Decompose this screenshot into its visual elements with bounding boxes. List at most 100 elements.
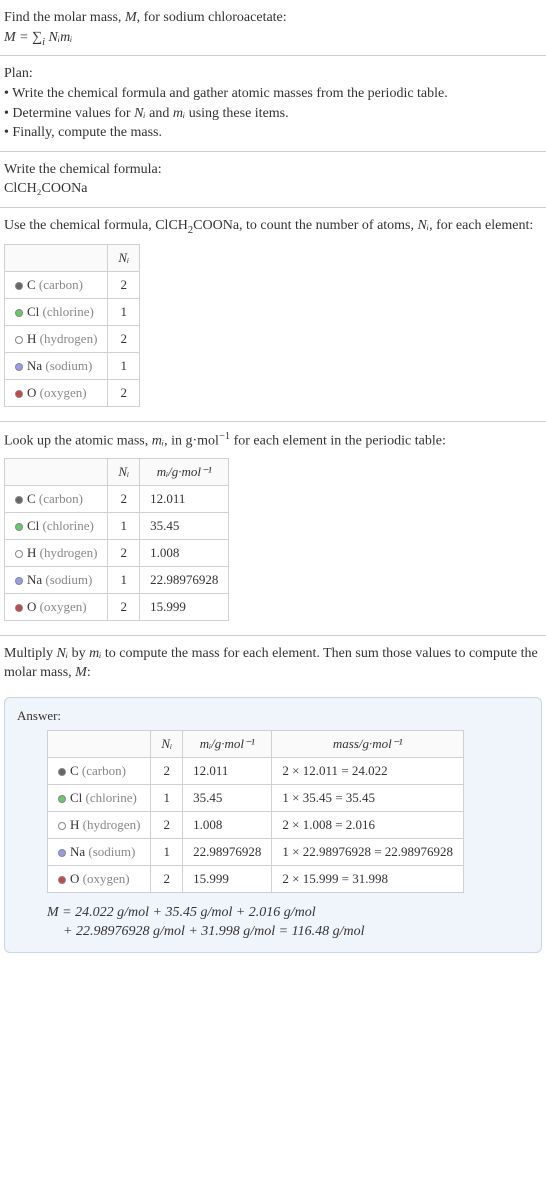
element-symbol: Na: [70, 844, 85, 859]
header-mass: mass/g·mol⁻¹: [272, 730, 464, 757]
chemical-formula: ClCH₂COONa: [4, 179, 542, 199]
answer-box: Answer: Nᵢ mᵢ/g·mol⁻¹ mass/g·mol⁻¹ C (ca…: [4, 697, 542, 953]
n-value: 1: [108, 512, 140, 539]
intro-line1b: , for sodium chloroacetate:: [137, 10, 287, 25]
document-page: Find the molar mass, M, for sodium chlor…: [0, 0, 546, 953]
compute-m: M: [75, 665, 87, 680]
element-cell: C (carbon): [48, 757, 151, 784]
intro-var-m: M: [125, 10, 137, 25]
element-dot-icon: [15, 604, 23, 612]
table-row: C (carbon)212.0112 × 12.011 = 24.022: [48, 757, 464, 784]
intro-formula: M = ∑i Nᵢmᵢ: [4, 30, 542, 48]
count-text-a: Use the chemical formula, ClCH: [4, 218, 188, 233]
count-section: Use the chemical formula, ClCH2COONa, to…: [0, 208, 546, 422]
mass-text-b: , in g·mol: [164, 434, 219, 449]
mass-calc: 2 × 15.999 = 31.998: [272, 865, 464, 892]
element-dot-icon: [15, 309, 23, 317]
table-row: H (hydrogen)2: [5, 326, 140, 353]
n-value: 2: [108, 539, 140, 566]
compute-b: by: [68, 646, 89, 661]
table-header-row: Nᵢ mᵢ/g·mol⁻¹ mass/g·mol⁻¹: [48, 730, 464, 757]
n-value: 1: [108, 299, 140, 326]
element-name: (hydrogen): [40, 331, 98, 346]
m-value: 15.999: [183, 865, 272, 892]
element-cell: C (carbon): [5, 485, 108, 512]
plan-bullet-1: • Write the chemical formula and gather …: [4, 84, 542, 104]
n-value: 2: [108, 593, 140, 620]
n-value: 2: [108, 485, 140, 512]
element-cell: Na (sodium): [5, 566, 108, 593]
element-cell: Cl (chlorine): [5, 299, 108, 326]
m-value: 1.008: [140, 539, 229, 566]
n-value: 1: [108, 353, 140, 380]
element-symbol: O: [70, 871, 79, 886]
table-row: O (oxygen)2: [5, 380, 140, 407]
element-name: (sodium): [45, 572, 92, 587]
mass-text-sup: −1: [219, 431, 230, 442]
header-ni: Nᵢ: [108, 245, 140, 272]
mass-table: Nᵢ mᵢ/g·mol⁻¹ C (carbon)212.011Cl (chlor…: [4, 458, 229, 621]
header-mi: mᵢ/g·mol⁻¹: [140, 458, 229, 485]
element-cell: C (carbon): [5, 272, 108, 299]
element-dot-icon: [15, 496, 23, 504]
table-row: O (oxygen)215.9992 × 15.999 = 31.998: [48, 865, 464, 892]
compute-mi: mᵢ: [89, 646, 101, 661]
plan-b2-a: • Determine values for: [4, 106, 134, 121]
formula-sum: ∑: [32, 30, 42, 45]
element-cell: Cl (chlorine): [48, 784, 151, 811]
header-empty: [5, 458, 108, 485]
element-symbol: C: [27, 277, 36, 292]
element-dot-icon: [58, 795, 66, 803]
n-value: 1: [151, 838, 183, 865]
element-cell: Cl (chlorine): [5, 512, 108, 539]
element-name: (chlorine): [86, 790, 137, 805]
mass-calc: 1 × 22.98976928 = 22.98976928: [272, 838, 464, 865]
element-symbol: Cl: [27, 518, 39, 533]
header-empty: [5, 245, 108, 272]
m-value: 12.011: [140, 485, 229, 512]
n-value: 2: [151, 757, 183, 784]
element-cell: H (hydrogen): [5, 539, 108, 566]
header-ni: Nᵢ: [151, 730, 183, 757]
mass-calc: 2 × 12.011 = 24.022: [272, 757, 464, 784]
n-value: 1: [108, 566, 140, 593]
element-dot-icon: [58, 876, 66, 884]
element-name: (chlorine): [43, 304, 94, 319]
element-cell: H (hydrogen): [5, 326, 108, 353]
final-equation: M = 24.022 g/mol + 35.45 g/mol + 2.016 g…: [47, 903, 529, 942]
plan-section: Plan: • Write the chemical formula and g…: [0, 56, 546, 151]
header-empty: [48, 730, 151, 757]
element-name: (carbon): [39, 277, 83, 292]
answer-table: Nᵢ mᵢ/g·mol⁻¹ mass/g·mol⁻¹ C (carbon)212…: [47, 730, 464, 893]
final-line-2: + 22.98976928 g/mol + 31.998 g/mol = 116…: [63, 922, 529, 942]
m-value: 1.008: [183, 811, 272, 838]
n-value: 2: [108, 380, 140, 407]
element-cell: O (oxygen): [5, 593, 108, 620]
element-name: (carbon): [39, 491, 83, 506]
element-symbol: H: [27, 331, 36, 346]
plan-title: Plan:: [4, 64, 542, 84]
element-symbol: Na: [27, 358, 42, 373]
intro-section: Find the molar mass, M, for sodium chlor…: [0, 0, 546, 56]
plan-bullet-3: • Finally, compute the mass.: [4, 123, 542, 143]
mass-section: Look up the atomic mass, mᵢ, in g·mol−1 …: [0, 422, 546, 635]
element-cell: O (oxygen): [48, 865, 151, 892]
compute-d: :: [87, 665, 91, 680]
element-name: (hydrogen): [83, 817, 141, 832]
table-row: C (carbon)212.011: [5, 485, 229, 512]
table-row: H (hydrogen)21.008: [5, 539, 229, 566]
table-row: H (hydrogen)21.0082 × 1.008 = 2.016: [48, 811, 464, 838]
final-line-1: M = 24.022 g/mol + 35.45 g/mol + 2.016 g…: [47, 903, 529, 923]
n-value: 2: [108, 326, 140, 353]
element-cell: H (hydrogen): [48, 811, 151, 838]
element-symbol: H: [27, 545, 36, 560]
element-symbol: O: [27, 385, 36, 400]
table-row: Cl (chlorine)1: [5, 299, 140, 326]
mass-text-c: for each element in the periodic table:: [230, 434, 446, 449]
element-name: (oxygen): [40, 599, 87, 614]
n-value: 2: [151, 811, 183, 838]
n-value: 1: [151, 784, 183, 811]
n-value: 2: [151, 865, 183, 892]
element-name: (oxygen): [83, 871, 130, 886]
count-text-c: , for each element:: [429, 218, 533, 233]
